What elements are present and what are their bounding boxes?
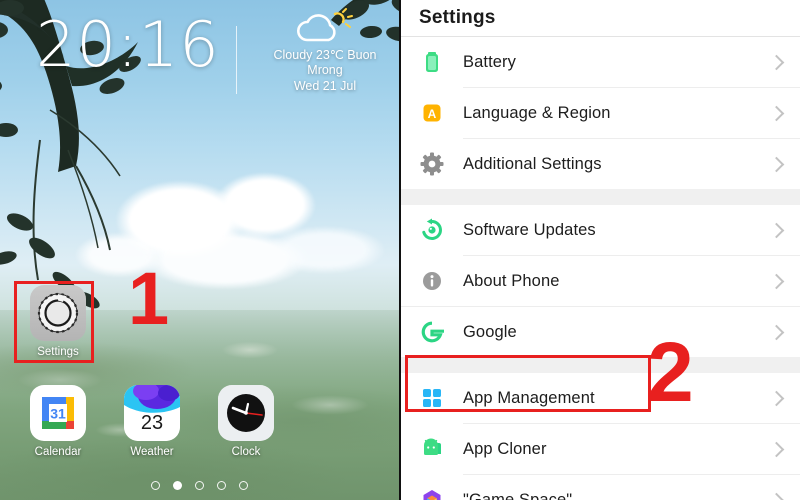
app-icon-weather[interactable]: 23 Weather [116, 385, 188, 459]
settings-row-label: Software Updates [463, 220, 596, 239]
weather-condition: Cloudy 23℃ Buon [273, 48, 377, 62]
chevron-right-icon [768, 441, 785, 457]
page-dot[interactable] [195, 481, 204, 490]
google-g-icon [419, 319, 445, 345]
screenshot-root: 20:16 Cloudy 23℃ Buon Mrong Wed 21 Jul S… [0, 0, 800, 500]
clock-time: 20:16 [36, 8, 220, 81]
page-dot[interactable] [217, 481, 226, 490]
settings-row-battery[interactable]: Battery [401, 37, 800, 87]
settings-row-label: "Game Space" [463, 490, 573, 500]
settings-row-label: Additional Settings [463, 154, 602, 173]
phone-home-screen: 20:16 Cloudy 23℃ Buon Mrong Wed 21 Jul S… [0, 0, 399, 500]
widget-divider [236, 26, 237, 94]
chevron-right-icon [768, 324, 785, 340]
app-cloner-icon [419, 436, 445, 462]
settings-screen: Settings Battery A Language & Region Add… [399, 0, 800, 500]
page-dot-active[interactable] [173, 481, 182, 490]
settings-row-about-phone[interactable]: About Phone [401, 256, 800, 306]
chevron-right-icon [768, 222, 785, 238]
settings-row-language-region[interactable]: A Language & Region [401, 88, 800, 138]
page-dot[interactable] [239, 481, 248, 490]
settings-row-game-space[interactable]: "Game Space" [401, 475, 800, 500]
group-gap [401, 189, 800, 205]
gear-icon [419, 151, 445, 177]
settings-row-label: Language & Region [463, 103, 611, 122]
battery-icon [419, 49, 445, 75]
settings-row-label: Battery [463, 52, 516, 71]
language-icon: A [419, 100, 445, 126]
app-label: Clock [231, 446, 261, 458]
app-icon-clock[interactable]: Clock [210, 385, 282, 459]
weather-icon: 23 [124, 385, 180, 441]
chevron-right-icon [768, 54, 785, 70]
highlight-box-settings-app [14, 281, 94, 363]
settings-header: Settings [401, 0, 800, 36]
settings-row-label: App Cloner [463, 439, 547, 458]
calendar-icon: 31 [30, 385, 86, 441]
cloud-background [60, 150, 390, 330]
app-icon-calendar[interactable]: 31 Calendar [22, 385, 94, 459]
settings-row-label: Google [463, 322, 517, 341]
update-icon [419, 217, 445, 243]
chevron-right-icon [768, 105, 785, 121]
settings-row-app-cloner[interactable]: App Cloner [401, 424, 800, 474]
svg-text:A: A [428, 107, 437, 121]
svg-text:23: 23 [141, 412, 163, 434]
game-space-icon [419, 487, 445, 500]
chevron-right-icon [768, 492, 785, 500]
chevron-right-icon [768, 390, 785, 406]
settings-row-google[interactable]: Google [401, 307, 800, 357]
svg-text:31: 31 [50, 406, 66, 422]
step-number-1: 1 [128, 257, 170, 340]
weather-widget[interactable]: Cloudy 23℃ Buon Mrong Wed 21 Jul [252, 8, 398, 95]
settings-group-2: Software Updates About Phone Google [401, 205, 800, 357]
settings-group-1: Battery A Language & Region Additional S… [401, 37, 800, 189]
weather-location: Mrong [307, 63, 343, 77]
settings-row-additional-settings[interactable]: Additional Settings [401, 139, 800, 189]
analog-clock-icon [218, 385, 274, 441]
chevron-right-icon [768, 156, 785, 172]
app-label: Calendar [34, 446, 82, 458]
settings-row-label: About Phone [463, 271, 560, 290]
app-label: Weather [130, 446, 174, 458]
home-widget[interactable]: 20:16 Cloudy 23℃ Buon Mrong Wed 21 Jul [0, 0, 399, 110]
highlight-box-app-management [405, 355, 651, 412]
chevron-right-icon [768, 273, 785, 289]
page-title: Settings [419, 7, 496, 28]
page-dot[interactable] [151, 481, 160, 490]
home-page-indicator[interactable] [0, 481, 399, 490]
settings-row-software-updates[interactable]: Software Updates [401, 205, 800, 255]
cloud-sun-icon [252, 8, 398, 48]
weather-date: Wed 21 Jul [293, 79, 357, 93]
info-icon [419, 268, 445, 294]
step-number-2: 2 [647, 325, 694, 419]
